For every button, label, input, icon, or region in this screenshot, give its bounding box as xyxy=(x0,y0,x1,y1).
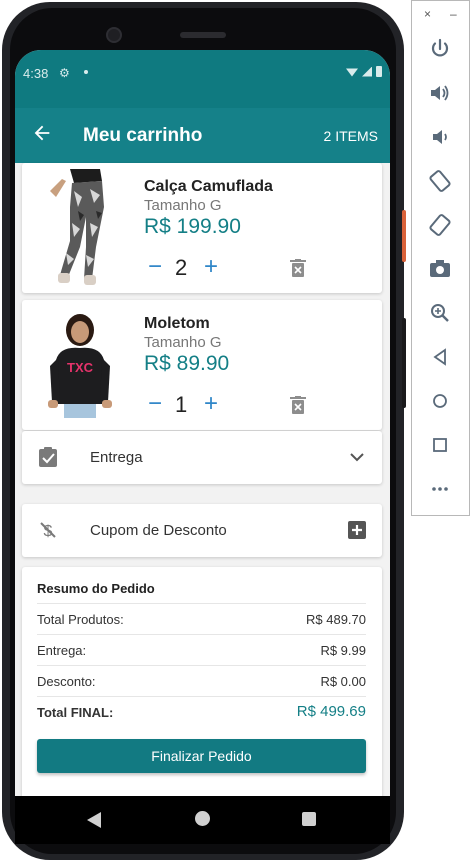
money-off-icon: $ xyxy=(40,522,56,540)
clipboard-check-icon xyxy=(39,447,57,467)
increase-quantity-button[interactable]: + xyxy=(202,255,220,279)
wifi-icon xyxy=(346,68,358,77)
product-name: Calça Camuflada xyxy=(144,178,273,195)
camera-icon[interactable] xyxy=(428,257,452,281)
trash-icon[interactable] xyxy=(290,259,306,277)
cart-item: TXC Moletom Tamanho G R$ 89.90 − 1 + xyxy=(22,300,382,430)
product-size: Tamanho G xyxy=(144,197,222,214)
product-price: R$ 89.90 xyxy=(144,352,230,375)
nav-overview-icon[interactable] xyxy=(302,812,316,826)
nav-back-icon[interactable] xyxy=(87,812,101,828)
trash-icon[interactable] xyxy=(290,396,306,414)
summary-row: Total Produtos: R$ 489.70 xyxy=(37,603,366,633)
increase-quantity-button[interactable]: + xyxy=(202,392,220,416)
status-icons xyxy=(346,66,382,77)
chevron-down-icon[interactable] xyxy=(348,448,366,466)
battery-icon xyxy=(376,66,382,77)
cell-signal-icon xyxy=(362,66,372,77)
product-name: Moletom xyxy=(144,315,210,332)
summary-title: Resumo do Pedido xyxy=(37,581,155,596)
product-image-pants xyxy=(30,167,130,289)
volume-up-icon[interactable] xyxy=(428,81,452,105)
volume-side-button[interactable] xyxy=(402,318,406,408)
android-nav-bar xyxy=(15,796,390,844)
home-icon[interactable] xyxy=(428,389,452,413)
coupon-label: Cupom de Desconto xyxy=(90,522,227,539)
more-icon[interactable] xyxy=(428,477,452,501)
summary-row-value: R$ 0.00 xyxy=(320,674,366,689)
summary-row-label: Total Produtos: xyxy=(37,612,124,627)
emulator-toolbar: × – xyxy=(411,0,470,516)
product-size: Tamanho G xyxy=(144,334,222,351)
volume-down-icon[interactable] xyxy=(428,125,452,149)
zoom-icon[interactable] xyxy=(428,301,452,325)
svg-text:TXC: TXC xyxy=(67,360,94,375)
quantity-value: 1 xyxy=(175,392,188,417)
arrow-back-icon[interactable] xyxy=(31,122,53,144)
delivery-label: Entrega xyxy=(90,449,143,466)
rotate-right-icon[interactable] xyxy=(428,213,452,237)
close-icon[interactable]: × xyxy=(424,7,431,21)
finalize-order-button[interactable]: Finalizar Pedido xyxy=(37,739,366,773)
status-bar: 4:38 ⚙ xyxy=(15,50,390,108)
rotate-left-icon[interactable] xyxy=(428,169,452,193)
page-title: Meu carrinho xyxy=(83,125,203,146)
summary-total-row: Total FINAL: R$ 499.69 xyxy=(37,696,366,726)
status-time: 4:38 xyxy=(23,66,49,81)
app-bar: Meu carrinho 2 ITEMS xyxy=(15,108,390,163)
notification-dot-icon xyxy=(84,70,88,74)
power-icon[interactable] xyxy=(428,37,452,61)
order-summary: Resumo do Pedido Total Produtos: R$ 489.… xyxy=(22,567,382,796)
coupon-section[interactable]: $ Cupom de Desconto xyxy=(22,504,382,557)
minimize-icon[interactable]: – xyxy=(450,7,457,21)
decrease-quantity-button[interactable]: − xyxy=(146,392,164,416)
summary-row: Desconto: R$ 0.00 xyxy=(37,665,366,695)
add-box-icon[interactable] xyxy=(348,521,366,539)
nav-home-icon[interactable] xyxy=(195,811,210,826)
overview-icon[interactable] xyxy=(428,433,452,457)
phone-screen: 4:38 ⚙ Meu carrinho 2 ITEMS Calça Camufl… xyxy=(15,50,390,796)
cart-content: Calça Camuflada Tamanho G R$ 199.90 − 2 … xyxy=(15,163,390,796)
product-price: R$ 199.90 xyxy=(144,215,241,238)
summary-row-label: Entrega: xyxy=(37,643,87,658)
summary-total-value: R$ 499.69 xyxy=(296,703,366,720)
product-image-hoodie: TXC xyxy=(30,304,130,426)
emulator-window: 4:38 ⚙ Meu carrinho 2 ITEMS Calça Camufl… xyxy=(0,0,472,864)
quantity-value: 2 xyxy=(175,255,188,280)
summary-row: Entrega: R$ 9.99 xyxy=(37,634,366,664)
settings-gear-icon: ⚙ xyxy=(59,66,70,80)
power-side-button[interactable] xyxy=(402,210,406,262)
summary-row-value: R$ 9.99 xyxy=(320,643,366,658)
delivery-section[interactable]: Entrega xyxy=(22,431,382,484)
cart-items-count: 2 ITEMS xyxy=(323,128,378,144)
toolbar-title-bar: × – xyxy=(412,1,469,25)
cart-item: Calça Camuflada Tamanho G R$ 199.90 − 2 … xyxy=(22,163,382,293)
summary-row-label: Desconto: xyxy=(37,674,96,689)
decrease-quantity-button[interactable]: − xyxy=(146,255,164,279)
front-camera xyxy=(106,27,122,43)
earpiece-speaker xyxy=(180,32,226,38)
summary-total-label: Total FINAL: xyxy=(37,705,114,720)
summary-row-value: R$ 489.70 xyxy=(306,612,366,627)
back-icon[interactable] xyxy=(428,345,452,369)
